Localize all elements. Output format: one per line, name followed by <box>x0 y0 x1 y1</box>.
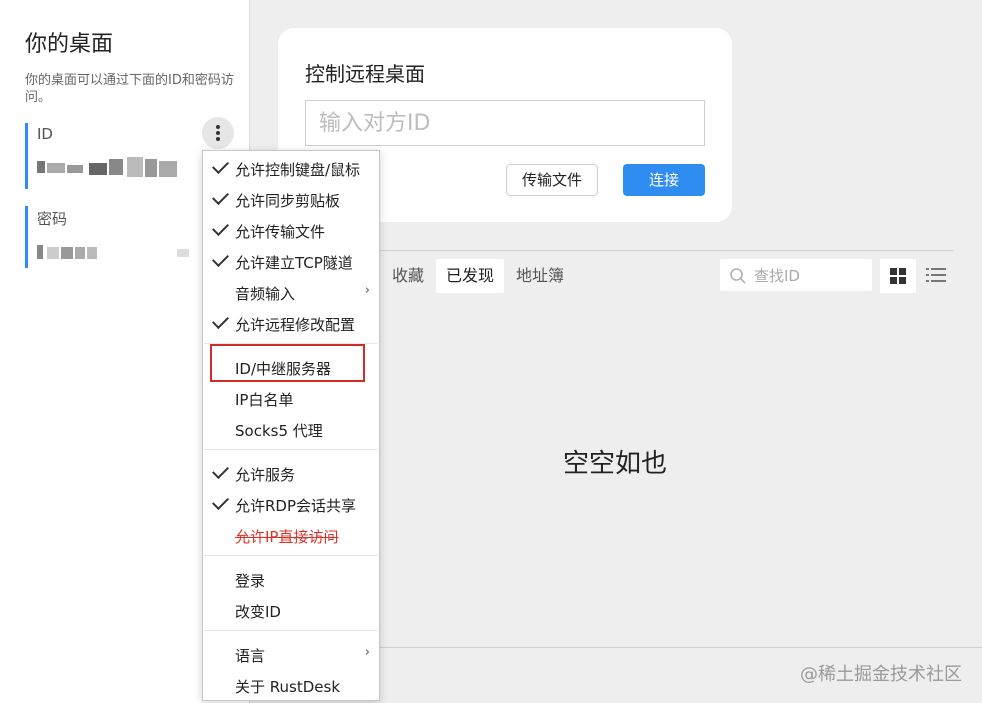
more-vertical-icon-dot <box>216 131 220 135</box>
menu-item-label: 改变ID <box>235 603 281 621</box>
menu-item-allow-remote-config[interactable]: 允许远程修改配置 <box>203 309 379 337</box>
menu-item-label: 允许控制键盘/鼠标 <box>235 161 361 179</box>
search-input[interactable]: 查找ID <box>720 259 872 291</box>
menu-item-change-id[interactable]: 改变ID <box>203 596 379 624</box>
connect-button[interactable]: 连接 <box>623 164 705 196</box>
menu-item-label: 允许同步剪贴板 <box>235 192 341 210</box>
tab-favorites[interactable]: 收藏 <box>382 259 434 293</box>
menu-item-language[interactable]: 语言 › <box>203 640 379 668</box>
remote-desktop-title: 控制远程桌面 <box>305 62 425 86</box>
more-vertical-icon <box>216 125 220 129</box>
password-value-blurred[interactable] <box>37 241 225 267</box>
options-dropdown-menu: 允许控制键盘/鼠标 允许同步剪贴板 允许传输文件 允许建立TCP隧道 音频输入 … <box>202 150 380 701</box>
menu-item-allow-file-transfer[interactable]: 允许传输文件 <box>203 216 379 244</box>
more-vertical-icon-dot <box>216 137 220 141</box>
menu-separator <box>204 449 378 450</box>
check-icon <box>212 493 229 510</box>
transfer-file-button[interactable]: 传输文件 <box>506 164 598 196</box>
menu-item-label: 语言 <box>235 647 266 665</box>
check-icon <box>212 219 229 236</box>
check-icon <box>212 250 229 267</box>
menu-separator <box>204 555 378 556</box>
id-label: ID <box>37 125 53 143</box>
more-options-button[interactable] <box>202 117 234 149</box>
grid-view-icon[interactable] <box>880 259 916 293</box>
menu-item-label: IP白名单 <box>235 391 294 409</box>
left-panel-description: 你的桌面可以通过下面的ID和密码访问。 <box>25 73 234 105</box>
menu-item-label: 允许传输文件 <box>235 223 326 241</box>
tab-discovered[interactable]: 已发现 <box>436 259 505 293</box>
password-field: 密码 <box>25 206 225 268</box>
menu-item-ip-whitelist[interactable]: IP白名单 <box>203 384 379 412</box>
menu-separator <box>204 630 378 631</box>
chevron-right-icon: › <box>364 283 370 298</box>
menu-item-allow-tcp-tunnel[interactable]: 允许建立TCP隧道 <box>203 247 379 275</box>
check-icon <box>212 157 229 174</box>
menu-item-allow-service[interactable]: 允许服务 <box>203 459 379 487</box>
chevron-right-icon: › <box>364 645 370 660</box>
menu-item-allow-clipboard[interactable]: 允许同步剪贴板 <box>203 185 379 213</box>
menu-item-socks5-proxy[interactable]: Socks5 代理 <box>203 415 379 443</box>
check-icon <box>212 312 229 329</box>
menu-item-login[interactable]: 登录 <box>203 565 379 593</box>
menu-item-allow-keyboard-mouse[interactable]: 允许控制键盘/鼠标 <box>203 154 379 182</box>
empty-state-message: 空空如也 <box>563 449 668 479</box>
tab-address-book[interactable]: 地址簿 <box>506 259 574 293</box>
menu-item-label: 允许服务 <box>235 466 296 484</box>
menu-item-allow-ip-direct-access[interactable]: 允许IP直接访问 <box>203 521 379 549</box>
check-icon <box>212 462 229 479</box>
check-icon <box>212 188 229 205</box>
list-view-icon[interactable] <box>926 266 946 284</box>
menu-item-label: 音频输入 <box>235 285 296 303</box>
menu-item-label: 允许远程修改配置 <box>235 316 356 334</box>
menu-item-allow-rdp-sharing[interactable]: 允许RDP会话共享 <box>203 490 379 518</box>
menu-item-audio-input[interactable]: 音频输入 › <box>203 278 379 306</box>
menu-item-label: Socks5 代理 <box>235 422 323 440</box>
menu-item-label: 关于 RustDesk <box>235 678 341 696</box>
menu-item-label: 允许建立TCP隧道 <box>235 254 353 272</box>
remote-id-input[interactable] <box>305 100 705 146</box>
menu-item-label: 允许RDP会话共享 <box>235 497 357 515</box>
highlight-annotation-box <box>210 344 365 382</box>
search-placeholder: 查找ID <box>754 267 800 285</box>
id-field: ID <box>25 123 225 189</box>
left-panel-title: 你的桌面 <box>25 32 114 57</box>
menu-item-label: 登录 <box>235 572 266 590</box>
menu-item-label: 允许IP直接访问 <box>235 528 339 546</box>
watermark: @稀土掘金技术社区 <box>800 664 962 685</box>
id-value-blurred[interactable] <box>37 155 225 181</box>
password-label: 密码 <box>37 210 68 228</box>
search-icon <box>730 268 746 284</box>
menu-item-about[interactable]: 关于 RustDesk <box>203 671 379 699</box>
